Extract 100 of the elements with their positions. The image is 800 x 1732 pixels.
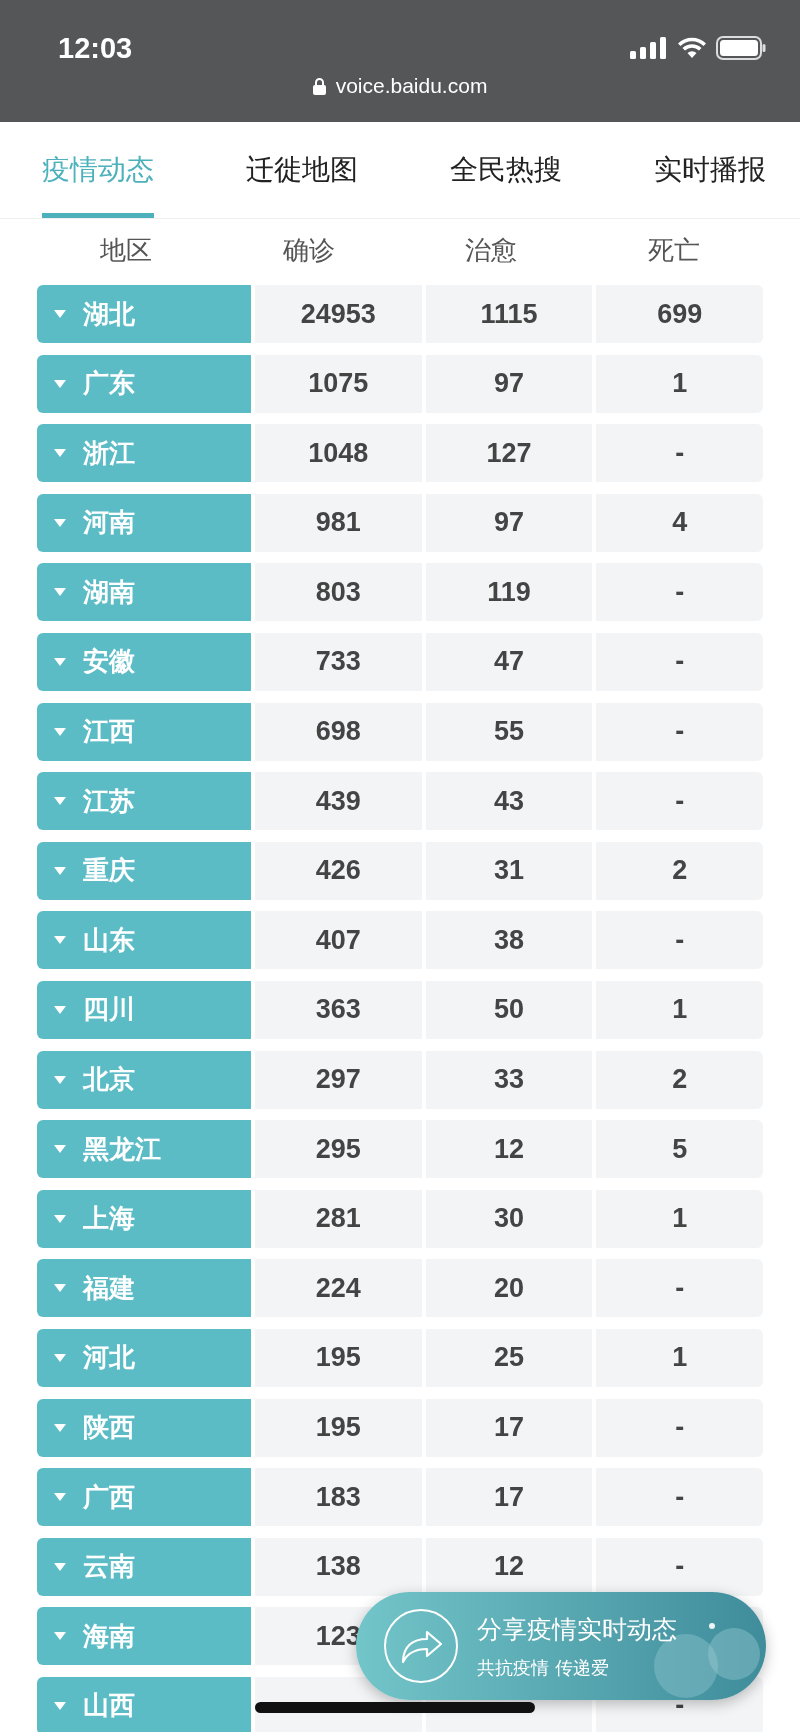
tab[interactable]: 迁徙地图	[246, 122, 358, 218]
caret-icon	[53, 378, 67, 389]
caret-icon	[53, 1492, 67, 1503]
table-cell: 1048	[255, 424, 422, 483]
region-row-button[interactable]: 江西	[37, 702, 251, 761]
region-name: 江苏	[83, 784, 135, 818]
region-name: 上海	[83, 1202, 135, 1236]
region-row-button[interactable]: 广东	[37, 354, 251, 413]
caret-icon	[53, 1213, 67, 1224]
table-cell: -	[596, 563, 763, 622]
caret-icon	[53, 1144, 67, 1155]
region-name: 江西	[83, 715, 135, 749]
region-row-button[interactable]: 北京	[37, 1050, 251, 1109]
table-cell: 38	[425, 911, 593, 970]
caret-icon	[53, 517, 67, 528]
region-row-button[interactable]: 云南	[37, 1537, 251, 1596]
table-cell: -	[596, 911, 763, 970]
tab[interactable]: 全民热搜	[450, 122, 562, 218]
caret-icon	[53, 1352, 67, 1363]
region-row-button[interactable]: 山西	[37, 1676, 251, 1732]
caret-icon	[53, 1422, 67, 1433]
table-cell: 224	[255, 1259, 422, 1318]
battery-icon	[716, 36, 766, 60]
region-row-button[interactable]: 湖南	[37, 563, 251, 622]
table-cell: 2	[596, 1050, 763, 1109]
region-row-button[interactable]: 湖北	[37, 285, 251, 343]
table-cell: 698	[255, 702, 422, 761]
table-cell: 363	[255, 980, 422, 1039]
table-cell: -	[596, 702, 763, 761]
signal-icon	[630, 37, 668, 59]
clock: 12:03	[58, 31, 133, 65]
table-cell: 981	[255, 493, 422, 552]
region-row-button[interactable]: 海南	[37, 1607, 251, 1666]
tab[interactable]: 实时播报	[654, 122, 766, 218]
table-cell: -	[596, 772, 763, 831]
table-cell: 281	[255, 1189, 422, 1248]
wifi-icon	[678, 37, 706, 59]
table-cell: 426	[255, 841, 422, 900]
region-name: 广东	[83, 367, 135, 401]
lock-icon	[312, 77, 326, 95]
caret-icon	[53, 448, 67, 459]
table-cell: 55	[425, 702, 593, 761]
region-row-button[interactable]: 安徽	[37, 632, 251, 691]
region-row-button[interactable]: 四川	[37, 980, 251, 1039]
region-row-button[interactable]: 江苏	[37, 772, 251, 831]
region-row-button[interactable]: 福建	[37, 1259, 251, 1318]
table-cell: 50	[425, 980, 593, 1039]
table-cell: -	[596, 632, 763, 691]
region-row-button[interactable]: 上海	[37, 1189, 251, 1248]
table-cell: 803	[255, 563, 422, 622]
caret-icon	[53, 865, 67, 876]
region-row-button[interactable]: 重庆	[37, 841, 251, 900]
region-name: 广西	[83, 1480, 135, 1514]
table-cell: 43	[425, 772, 593, 831]
table-cell: 97	[425, 493, 593, 552]
table-cell: 183	[255, 1468, 422, 1527]
share-icon	[383, 1608, 459, 1684]
region-row-button[interactable]: 黑龙江	[37, 1120, 251, 1179]
caret-icon	[53, 1004, 67, 1015]
table-cell: 1115	[425, 285, 593, 343]
region-row-button[interactable]: 浙江	[37, 424, 251, 483]
caret-icon	[53, 1631, 67, 1642]
column-header: 确诊	[281, 233, 336, 267]
region-name: 重庆	[83, 854, 135, 888]
region-row-button[interactable]: 河北	[37, 1328, 251, 1387]
caret-icon	[53, 935, 67, 946]
region-name: 安徽	[83, 645, 135, 679]
caret-icon	[53, 587, 67, 598]
table-cell: 17	[425, 1398, 593, 1457]
region-name: 浙江	[83, 436, 135, 470]
region-row-button[interactable]: 河南	[37, 493, 251, 552]
table-cell: 31	[425, 841, 593, 900]
table-cell: 12	[425, 1120, 593, 1179]
caret-icon	[53, 309, 67, 319]
table-cell: 439	[255, 772, 422, 831]
page-url[interactable]: voice.baidu.com	[335, 74, 488, 98]
table-cell: 30	[425, 1189, 593, 1248]
caret-icon	[53, 1700, 67, 1711]
region-row-button[interactable]: 山东	[37, 911, 251, 970]
table-cell: 127	[425, 424, 593, 483]
tab[interactable]: 疫情动态	[42, 122, 154, 218]
table-cell: 4	[596, 493, 763, 552]
table-cell: 33	[425, 1050, 593, 1109]
region-name: 四川	[83, 993, 135, 1027]
region-name: 河北	[83, 1341, 135, 1375]
region-row-button[interactable]: 陕西	[37, 1398, 251, 1457]
table-cell: 47	[425, 632, 593, 691]
table-cell: 17	[425, 1468, 593, 1527]
table-cell: 699	[596, 285, 763, 343]
table-cell: 2	[596, 841, 763, 900]
table-cell: 733	[255, 632, 422, 691]
region-name: 山东	[83, 923, 135, 957]
table-cell: 1	[596, 980, 763, 1039]
table-cell: -	[596, 424, 763, 483]
region-name: 陕西	[83, 1411, 135, 1444]
column-header: 死亡	[646, 233, 701, 267]
table-cell: 1	[596, 1328, 763, 1387]
region-row-button[interactable]: 广西	[37, 1468, 251, 1527]
caret-icon	[53, 726, 67, 737]
table-cell: 138	[255, 1537, 422, 1596]
